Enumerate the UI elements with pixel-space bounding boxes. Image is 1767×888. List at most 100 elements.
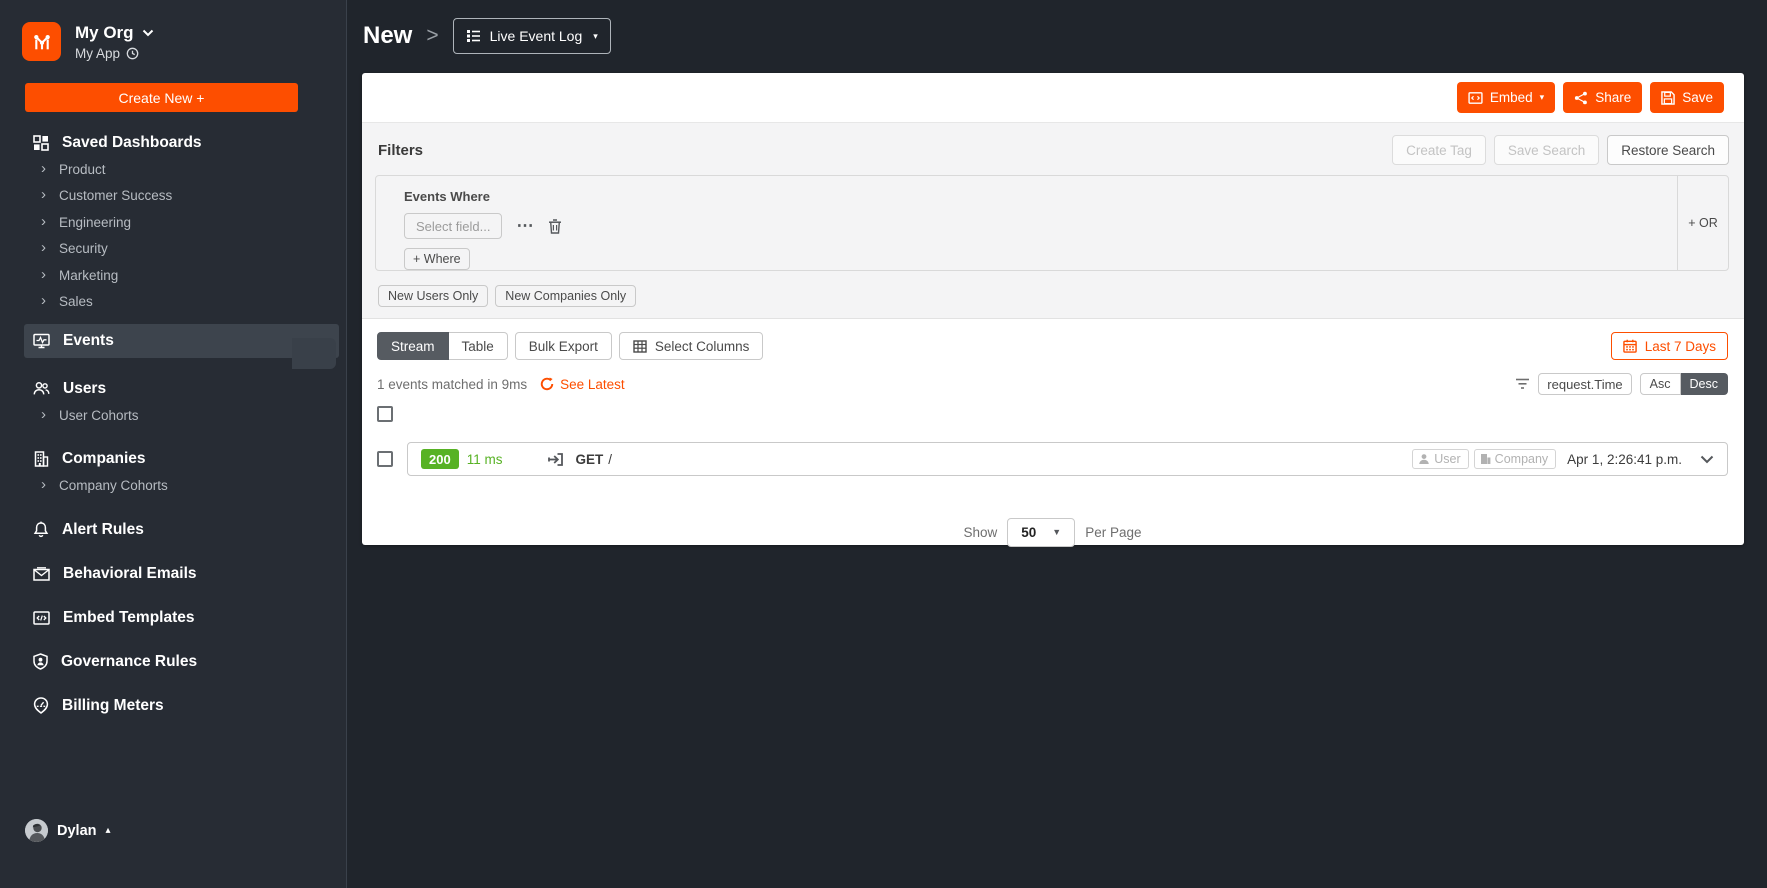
filter-group: Events Where Select field... ⋯ + Where +… xyxy=(375,175,1729,271)
sort-desc-button[interactable]: Desc xyxy=(1680,373,1728,395)
calendar-icon xyxy=(1622,339,1637,353)
sidebar-item-label: Company Cohorts xyxy=(59,478,168,494)
select-all-checkbox[interactable] xyxy=(377,406,393,422)
sidebar-item-alert-rules[interactable]: Alert Rules xyxy=(0,516,346,543)
chevron-right-icon: › xyxy=(41,265,46,283)
chevron-down-icon xyxy=(142,29,153,36)
chevron-right-icon: › xyxy=(41,212,46,230)
caret-down-icon: ▾ xyxy=(593,30,598,41)
restore-search-button[interactable]: Restore Search xyxy=(1607,135,1729,165)
quick-filters: New Users Only New Companies Only xyxy=(375,285,1729,307)
view-selector-label: Live Event Log xyxy=(489,28,583,44)
sidebar-item-label: Governance Rules xyxy=(61,652,198,670)
add-or-button[interactable]: + OR xyxy=(1677,176,1728,270)
create-new-button[interactable]: Create New + xyxy=(25,83,298,112)
more-options-button[interactable]: ⋯ xyxy=(516,216,534,236)
event-row[interactable]: 200 11 ms GET / User Company Apr 1, 2:26… xyxy=(407,442,1728,476)
sidebar-item-company-cohorts[interactable]: › Company Cohorts xyxy=(0,473,346,500)
chevron-right-icon: › xyxy=(41,476,46,494)
view-mode-segment: Stream Table xyxy=(377,332,508,360)
sort-field-button[interactable]: request.Time xyxy=(1538,373,1632,395)
date-range-button[interactable]: Last 7 Days xyxy=(1610,332,1728,360)
company-chip[interactable]: Company xyxy=(1473,449,1557,469)
sidebar-item-label: Sales xyxy=(59,294,93,310)
sidebar-item-behavioral-emails[interactable]: Behavioral Emails xyxy=(0,560,346,587)
avatar xyxy=(25,819,48,842)
sidebar-item-label: Billing Meters xyxy=(62,696,164,714)
sort-funnel-icon xyxy=(1516,378,1530,389)
sidebar-nav: Saved Dashboards › Product › Customer Su… xyxy=(0,129,346,719)
user-menu[interactable]: Dylan ▴ xyxy=(25,819,111,842)
page-size-select[interactable]: 50 ▼ xyxy=(1007,518,1076,547)
create-tag-button[interactable]: Create Tag xyxy=(1392,135,1486,165)
sidebar-item-label: Engineering xyxy=(59,214,132,230)
shield-icon xyxy=(33,653,48,670)
select-field-button[interactable]: Select field... xyxy=(404,213,503,239)
sidebar-item-customer-success[interactable]: › Customer Success xyxy=(0,183,346,210)
sidebar-item-label: User Cohorts xyxy=(59,407,139,423)
sidebar-item-engineering[interactable]: › Engineering xyxy=(0,209,346,236)
moesif-logo[interactable] xyxy=(22,22,61,61)
expand-chevron-icon[interactable] xyxy=(1700,455,1714,464)
dashboards-grid-icon xyxy=(33,134,49,151)
card-toolbar: Embed ▾ Share Save xyxy=(362,73,1744,123)
sidebar-item-security[interactable]: › Security xyxy=(0,236,346,263)
bulk-export-button[interactable]: Bulk Export xyxy=(514,332,612,360)
users-icon xyxy=(33,382,50,395)
chevron-right-icon: › xyxy=(41,405,46,423)
status-badge: 200 xyxy=(421,449,459,469)
sidebar-item-users[interactable]: Users xyxy=(0,375,346,402)
new-companies-only-chip[interactable]: New Companies Only xyxy=(495,285,637,307)
view-selector-button[interactable]: Live Event Log ▾ xyxy=(452,18,611,54)
sidebar-item-billing-meters[interactable]: Billing Meters xyxy=(0,692,346,719)
person-icon xyxy=(1419,454,1430,464)
sidebar-item-label: Product xyxy=(59,161,106,177)
sort-asc-button[interactable]: Asc xyxy=(1639,373,1681,395)
event-checkbox[interactable] xyxy=(377,451,393,467)
delete-filter-button[interactable] xyxy=(548,218,562,234)
app-switcher[interactable]: My App xyxy=(75,46,154,61)
sidebar-item-user-cohorts[interactable]: › User Cohorts xyxy=(0,402,346,429)
select-columns-label: Select Columns xyxy=(654,338,750,354)
filters-section: Filters Create Tag Save Search Restore S… xyxy=(362,123,1744,319)
latency-value: 11 ms xyxy=(466,451,503,467)
sidebar-item-product[interactable]: › Product xyxy=(0,156,346,183)
sidebar-item-saved-dashboards[interactable]: Saved Dashboards xyxy=(0,129,346,156)
sidebar-item-companies[interactable]: Companies xyxy=(0,446,346,473)
embed-label: Embed xyxy=(1489,90,1533,105)
save-search-button[interactable]: Save Search xyxy=(1493,135,1600,165)
tab-stream[interactable]: Stream xyxy=(377,332,449,360)
trash-icon xyxy=(549,218,562,234)
share-button[interactable]: Share xyxy=(1563,82,1643,113)
email-icon xyxy=(33,566,50,581)
embed-button[interactable]: Embed ▾ xyxy=(1456,82,1556,113)
sidebar-item-embed-templates[interactable]: Embed Templates xyxy=(0,604,346,631)
new-users-only-chip[interactable]: New Users Only xyxy=(378,285,489,307)
caret-up-icon: ▴ xyxy=(105,824,111,836)
tab-table[interactable]: Table xyxy=(448,332,508,360)
select-columns-button[interactable]: Select Columns xyxy=(618,332,764,360)
org-switcher[interactable]: My Org xyxy=(75,23,154,43)
sidebar-item-marketing[interactable]: › Marketing xyxy=(0,262,346,289)
chevron-right-icon: › xyxy=(41,292,46,310)
embed-code-icon xyxy=(33,610,50,625)
user-chip[interactable]: User xyxy=(1412,449,1469,469)
filters-drawer-handle[interactable] xyxy=(292,338,336,369)
see-latest-button[interactable]: See Latest xyxy=(540,377,625,392)
date-range-label: Last 7 Days xyxy=(1644,338,1716,354)
add-where-button[interactable]: + Where xyxy=(404,248,470,270)
sidebar-item-label: Behavioral Emails xyxy=(63,564,197,582)
event-stream-icon xyxy=(33,333,50,349)
building-icon xyxy=(34,451,49,467)
sidebar-item-governance-rules[interactable]: Governance Rules xyxy=(0,648,346,675)
per-page-label: Per Page xyxy=(1085,525,1142,540)
sidebar-item-label: Users xyxy=(63,379,107,397)
main-area: New > Live Event Log ▾ Embed ▾ Share Sav… xyxy=(348,0,1767,888)
user-name: Dylan xyxy=(57,822,97,839)
clock-icon xyxy=(126,47,139,59)
user-chip-label: User xyxy=(1434,452,1461,466)
sidebar-item-label: Customer Success xyxy=(59,188,173,204)
sidebar-item-sales[interactable]: › Sales xyxy=(0,289,346,316)
chevron-right-icon: › xyxy=(41,239,46,257)
save-button[interactable]: Save xyxy=(1650,82,1724,113)
